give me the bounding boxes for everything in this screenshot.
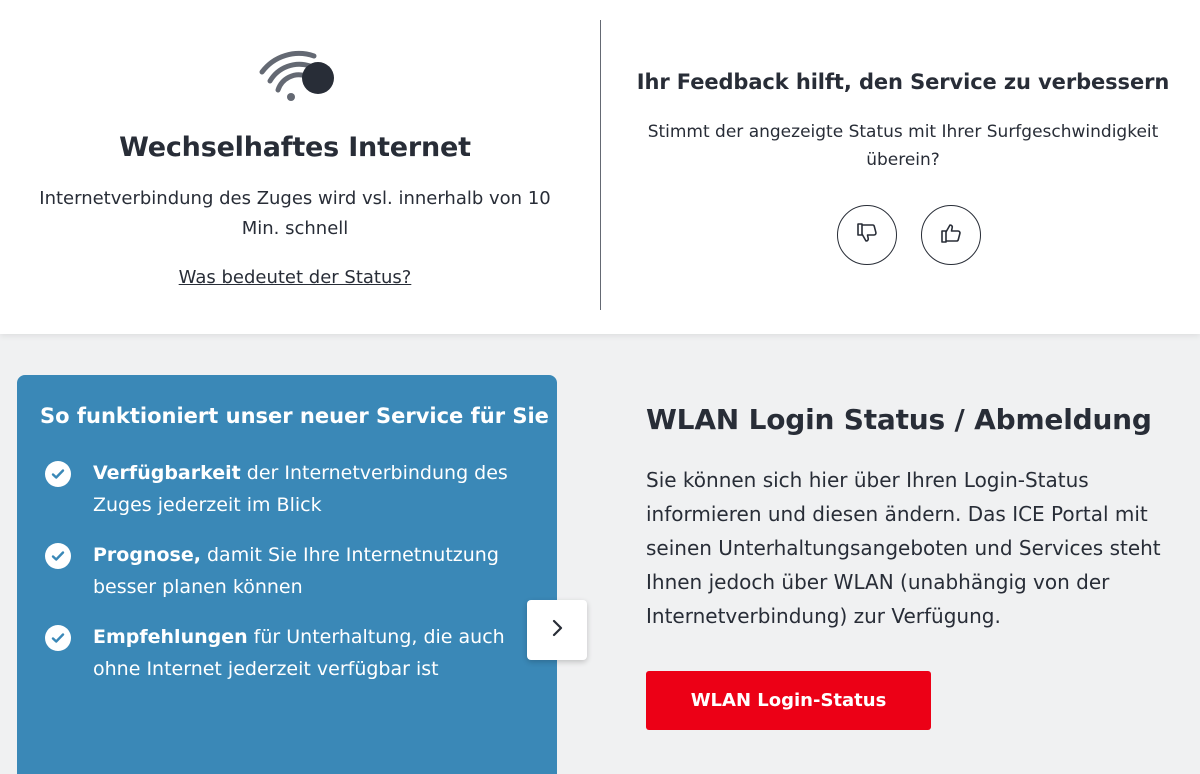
thumbs-up-icon: [939, 221, 963, 249]
wlan-login-card: WLAN Login Status / Abmeldung Sie können…: [617, 375, 1200, 774]
feedback-question: Stimmt der angezeigte Status mit Ihrer S…: [647, 122, 1159, 170]
thumbs-down-icon: [855, 221, 879, 249]
feature-bold: Empfehlungen: [93, 626, 248, 648]
check-circle-icon: [45, 543, 71, 569]
wlan-title: WLAN Login Status / Abmeldung: [646, 403, 1152, 436]
wlan-description: Sie können sich hier über Ihren Login-St…: [646, 468, 1161, 628]
feedback-title: Ihr Feedback hilft, den Service zu verbe…: [636, 70, 1170, 94]
carousel-next-button[interactable]: [527, 600, 587, 660]
service-info-card: So funktioniert unser neuer Service für …: [17, 375, 557, 774]
wlan-login-status-button[interactable]: WLAN Login-Status: [646, 671, 931, 730]
status-panel: Wechselhaftes Internet Internetverbindun…: [0, 0, 1200, 334]
thumbs-down-button[interactable]: [837, 205, 897, 265]
wifi-unstable-icon: [258, 46, 338, 106]
list-item: Empfehlungen für Unterhaltung, die auch …: [45, 621, 545, 703]
list-item: Verfügbarkeit der Internetverbindung des…: [45, 457, 545, 539]
service-feature-list: Verfügbarkeit der Internetverbindung des…: [45, 457, 545, 703]
feature-bold: Prognose,: [93, 544, 201, 566]
list-item: Prognose, damit Sie Ihre Internetnutzung…: [45, 539, 545, 621]
check-circle-icon: [45, 461, 71, 487]
status-description: Internetverbindung des Zuges wird vsl. i…: [39, 188, 551, 239]
feature-bold: Verfügbarkeit: [93, 462, 241, 484]
status-title: Wechselhaftes Internet: [119, 132, 471, 163]
thumbs-up-button[interactable]: [921, 205, 981, 265]
status-info-link[interactable]: Was bedeutet der Status?: [0, 267, 590, 288]
chevron-right-icon: [549, 618, 565, 642]
check-circle-icon: [45, 625, 71, 651]
divider: [600, 20, 601, 310]
service-title: So funktioniert unser neuer Service für …: [40, 404, 549, 428]
